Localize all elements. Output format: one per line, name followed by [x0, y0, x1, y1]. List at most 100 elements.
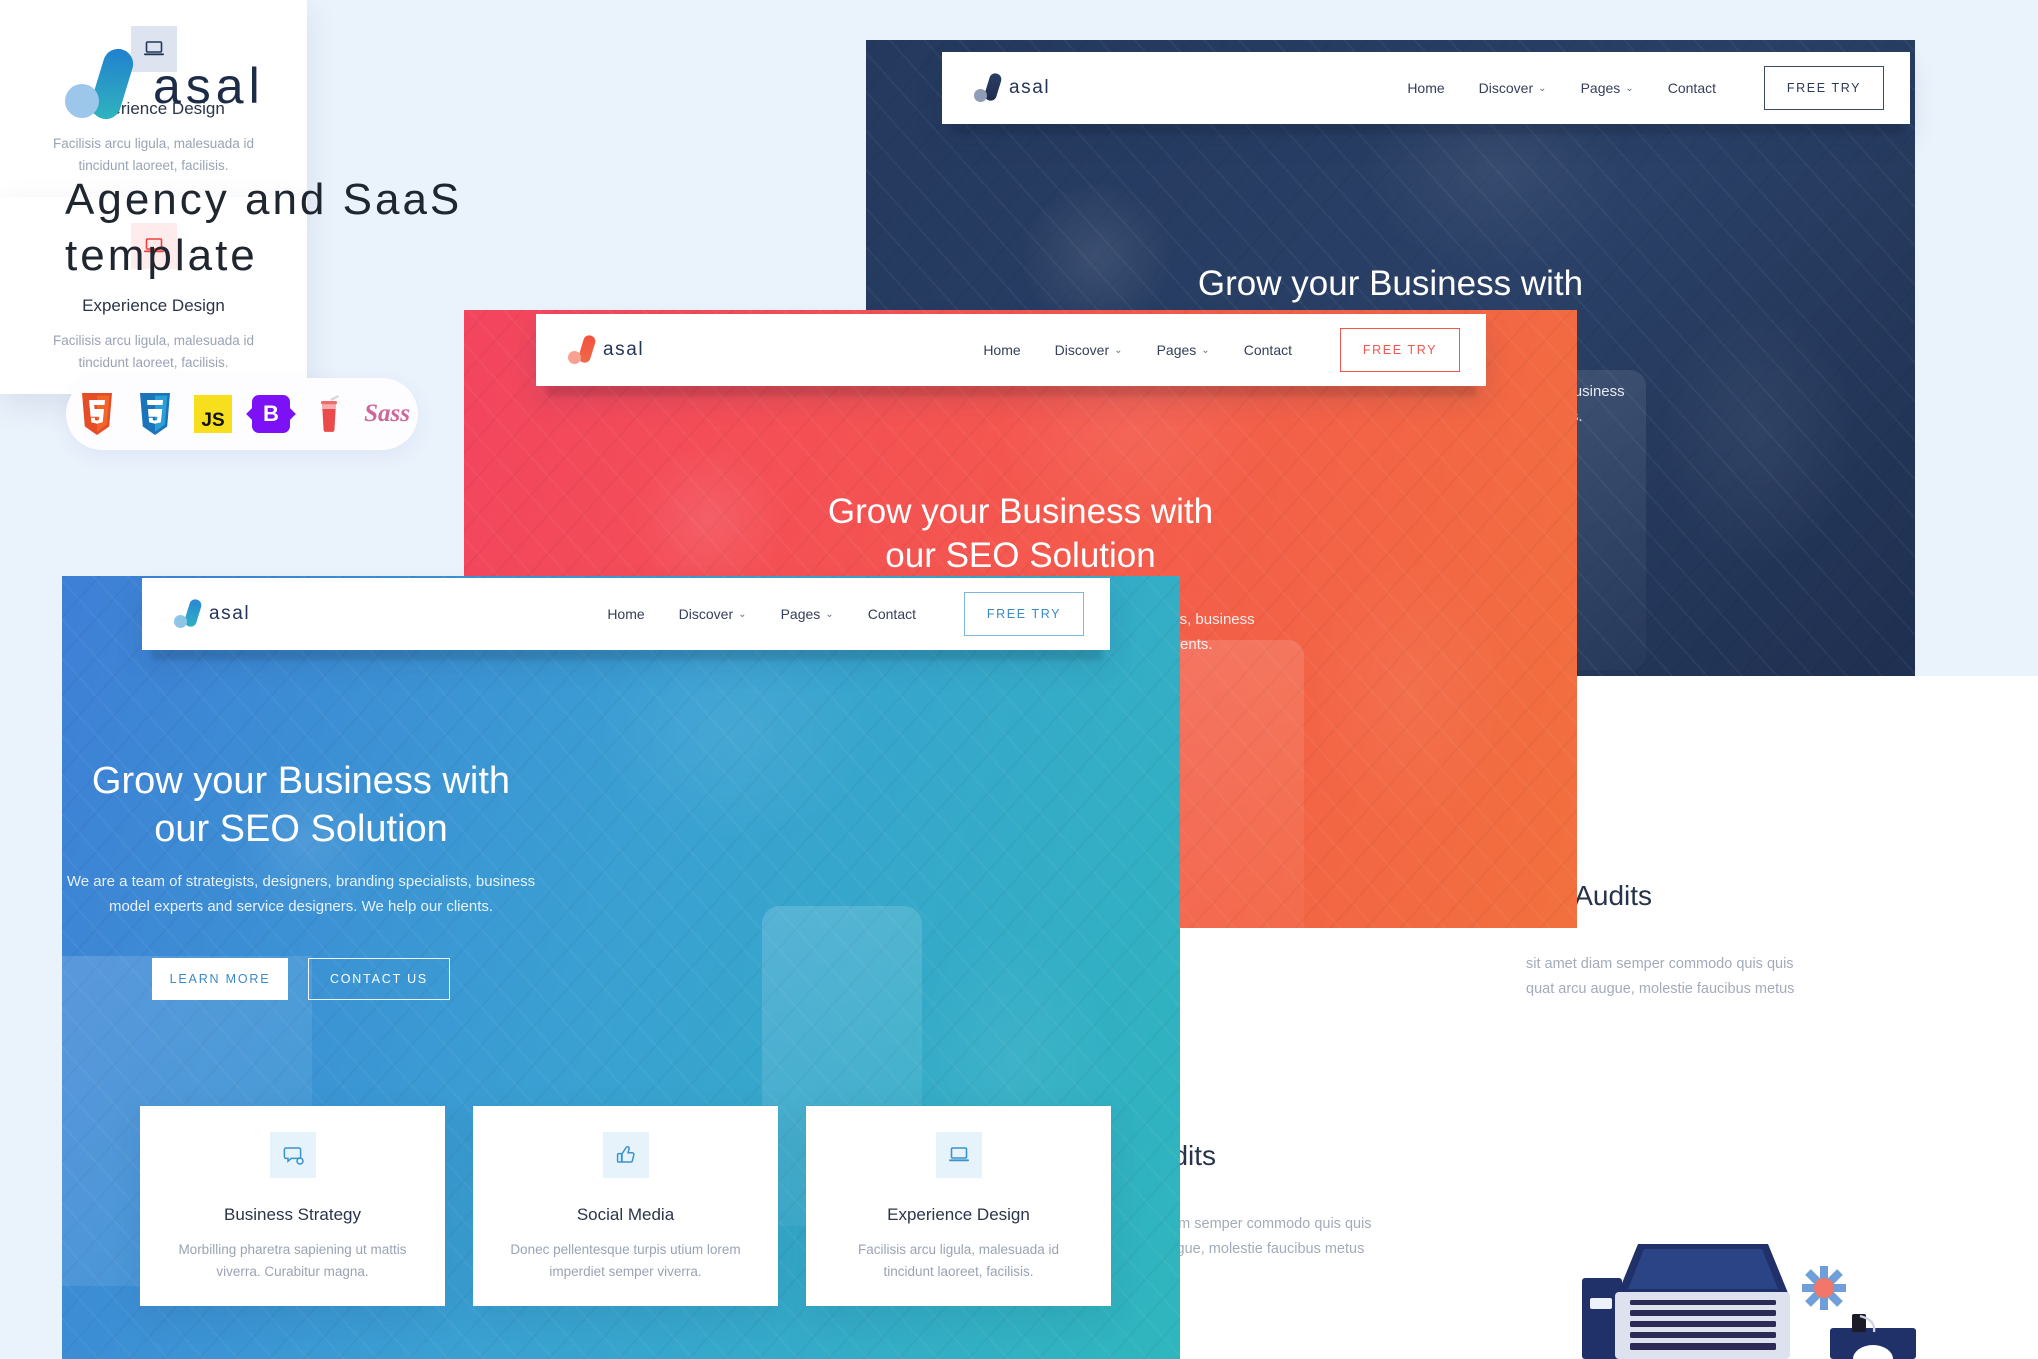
nav-item-pages[interactable]: Pages ⌄	[781, 606, 834, 622]
mockup-blue-hero-buttons: LEARN MORE CONTACT US	[62, 958, 540, 1000]
free-try-button[interactable]: FREE TRY	[1764, 66, 1884, 110]
brand-lockup: asal	[65, 45, 585, 124]
feature-card-business-strategy[interactable]: Business Strategy Morbilling pharetra sa…	[140, 1106, 445, 1306]
thumbs-up-icon	[602, 1132, 649, 1178]
brand-tagline: Agency and SaaS template	[65, 172, 585, 285]
chevron-down-icon: ⌄	[738, 608, 747, 620]
mockup-red-hero-title: Grow your Business with our SEO Solution	[464, 490, 1577, 578]
html5-icon	[78, 393, 116, 435]
chevron-down-icon: ⌄	[1201, 344, 1210, 356]
mockup-blue-hero-title: Grow your Business with our SEO Solution	[62, 758, 540, 854]
card-text: Facilisis arcu ligula, malesuada id tinc…	[53, 330, 254, 375]
bootstrap-label: B	[263, 401, 279, 426]
brand-tagline-line-2: template	[65, 231, 258, 281]
nav-item-home-label: Home	[607, 606, 645, 622]
nav-item-contact-label: Contact	[867, 606, 916, 622]
card-title: Social Media	[576, 1205, 675, 1224]
nav-item-discover[interactable]: Discover ⌄	[1479, 80, 1547, 96]
card-text-line-1: Morbilling pharetra sapiening ut mattis	[178, 1242, 407, 1257]
sass-icon: Sass	[364, 393, 410, 435]
card-text: Morbilling pharetra sapiening ut mattis …	[178, 1239, 406, 1284]
nav-item-pages-label: Pages	[1580, 80, 1621, 96]
card-text-line-2: viverra. Curabitur magna.	[216, 1264, 369, 1280]
chevron-down-icon: ⌄	[825, 608, 834, 620]
nav-item-contact-label: Contact	[1243, 342, 1292, 358]
nav-item-pages-label: Pages	[1156, 342, 1197, 358]
branding-panel: asal Agency and SaaS template	[65, 45, 585, 285]
chevron-down-icon: ⌄	[1538, 82, 1547, 94]
navbar-red-logo[interactable]: asal	[568, 333, 645, 365]
nav-item-home[interactable]: Home	[983, 342, 1020, 358]
navbar-red-links: Home Discover ⌄ Pages ⌄ Contact FREE TRY	[983, 328, 1460, 372]
navbar-red-logo-text: asal	[603, 339, 645, 360]
asal-logo-icon	[568, 333, 597, 365]
hero-title-line-2: our SEO Solution	[885, 536, 1156, 576]
nav-item-discover[interactable]: Discover ⌄	[1055, 342, 1123, 358]
sass-label: Sass	[364, 400, 410, 427]
nav-item-pages-label: Pages	[780, 606, 821, 622]
feature-card-experience-design[interactable]: Experience Design Facilisis arcu ligula,…	[806, 1106, 1111, 1306]
nav-item-home-label: Home	[1407, 80, 1445, 96]
hero-title-line-2: our SEO Solution	[154, 807, 448, 850]
navbar-blue-logo[interactable]: asal	[174, 597, 251, 629]
showcase-canvas: asal Agency and SaaS template JS B Sass …	[0, 0, 2038, 1359]
card-text-line-1: Facilisis arcu ligula, malesuada id	[52, 333, 255, 348]
nav-item-pages[interactable]: Pages ⌄	[1157, 342, 1210, 358]
asal-logo-icon	[974, 71, 1003, 103]
nav-item-home[interactable]: Home	[1407, 80, 1444, 96]
free-try-button[interactable]: FREE TRY	[964, 592, 1084, 636]
javascript-label: JS	[201, 410, 225, 432]
nav-item-discover[interactable]: Discover ⌄	[679, 606, 747, 622]
card-text-line-1: Donec pellentesque turpis utium lorem	[510, 1242, 741, 1257]
chevron-down-icon: ⌄	[1625, 82, 1634, 94]
free-try-button[interactable]: FREE TRY	[1340, 328, 1460, 372]
nav-item-home-label: Home	[983, 342, 1021, 358]
card-text-line-2: tincidunt laoreet, facilisis.	[883, 1264, 1034, 1280]
card-text: Facilisis arcu ligula, malesuada id tinc…	[858, 1239, 1059, 1284]
chevron-down-icon: ⌄	[1114, 344, 1123, 356]
css3-icon	[136, 393, 174, 435]
tech-stack-pill: JS B Sass	[66, 378, 418, 450]
asal-logo-icon	[65, 45, 137, 124]
navbar-blue-links: Home Discover ⌄ Pages ⌄ Contact FREE TRY	[607, 592, 1084, 636]
navbar-blue-logo-text: asal	[209, 603, 251, 624]
nav-item-contact-label: Contact	[1667, 80, 1716, 96]
javascript-icon: JS	[194, 393, 232, 435]
nav-item-pages[interactable]: Pages ⌄	[1581, 80, 1634, 96]
section-audits-text-line-2: quat arcu augue, molestie faucibus metus	[1526, 981, 1795, 998]
learn-more-button[interactable]: LEARN MORE	[152, 958, 288, 1000]
card-title: Experience Design	[887, 1205, 1030, 1224]
nav-item-discover-label: Discover	[678, 606, 734, 622]
section-audits-text-line-1: sit amet diam semper commodo quis quis	[1526, 956, 1794, 972]
nav-item-discover-label: Discover	[1478, 80, 1534, 96]
navbar-navy-logo-text: asal	[1009, 77, 1051, 98]
laptop-icon	[935, 1132, 982, 1178]
asal-logo-icon	[174, 597, 203, 629]
hero-sub-line-1: We are a team of strategists, designers,…	[66, 873, 536, 890]
card-text-line-2: tincidunt laoreet, facilisis.	[78, 355, 229, 371]
card-title: Business Strategy	[223, 1205, 361, 1224]
mockup-blue-hero-sub: We are a team of strategists, designers,…	[62, 870, 540, 920]
navbar-blue: asal Home Discover ⌄ Pages ⌄ Contact FRE…	[142, 578, 1110, 650]
feature-card-social-media[interactable]: Social Media Donec pellentesque turpis u…	[473, 1106, 778, 1306]
feature-card-list: Business Strategy Morbilling pharetra sa…	[140, 1106, 1111, 1306]
hero-title-line-1: Grow your Business with	[827, 492, 1214, 531]
navbar-navy-logo[interactable]: asal	[974, 71, 1051, 103]
hero-sub-line-2: model experts and service designers. We …	[108, 897, 494, 915]
hero-title-line-1: Grow your Business with	[1197, 264, 1584, 303]
nav-item-contact[interactable]: Contact	[1244, 342, 1292, 358]
navbar-navy-links: Home Discover ⌄ Pages ⌄ Contact FREE TRY	[1407, 66, 1884, 110]
nav-item-contact[interactable]: Contact	[1668, 80, 1716, 96]
brand-name: asal	[153, 58, 265, 114]
chat-bubble-icon	[269, 1132, 316, 1178]
bootstrap-icon: B	[252, 393, 290, 435]
nav-item-contact[interactable]: Contact	[868, 606, 916, 622]
navbar-red: asal Home Discover ⌄ Pages ⌄ Contact FRE…	[536, 314, 1486, 386]
gulp-cup-icon	[310, 393, 348, 435]
hero-title-line-1: Grow your Business with	[91, 760, 511, 802]
card-title: Experience Design	[82, 296, 225, 315]
contact-us-button[interactable]: CONTACT US	[308, 958, 450, 1000]
nav-item-home[interactable]: Home	[607, 606, 644, 622]
card-text: Donec pellentesque turpis utium lorem im…	[510, 1239, 740, 1284]
navbar-navy: asal Home Discover ⌄ Pages ⌄ Contact FRE…	[942, 52, 1910, 124]
